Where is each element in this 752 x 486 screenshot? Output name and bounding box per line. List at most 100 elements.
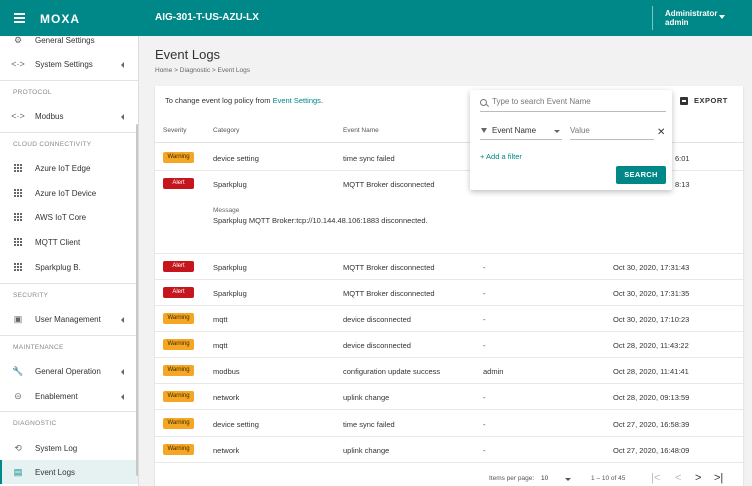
- grid-icon: [13, 212, 23, 222]
- chevron-left-icon: [121, 394, 124, 400]
- sidebar-item-system-settings[interactable]: <·> System Settings: [0, 52, 138, 76]
- search-field[interactable]: [480, 96, 666, 112]
- sidebar-item-general-settings[interactable]: ⚙ General Settings: [0, 36, 138, 52]
- wrench-icon: 🔧: [12, 365, 24, 376]
- section-cloud: CLOUD CONNECTIVITY: [13, 141, 92, 148]
- table-row[interactable]: Warning mqtt device disconnected - Oct 3…: [155, 306, 743, 332]
- items-per-page-label: Items per page:: [489, 475, 535, 482]
- filter-panel: Event Name ✕ + Add a filter SEARCH: [470, 90, 672, 190]
- section-diagnostic: DIAGNOSTIC: [13, 420, 57, 427]
- export-label: EXPORT: [694, 96, 728, 105]
- severity-badge: Warning: [163, 152, 194, 163]
- last-page-icon[interactable]: >|: [714, 472, 723, 484]
- sidebar-item-sparkplug-b[interactable]: Sparkplug B.: [0, 255, 138, 279]
- cell-category: Sparkplug: [213, 289, 247, 298]
- sidebar-item-general-operation[interactable]: 🔧 General Operation: [0, 359, 138, 383]
- sidebar-scrollbar[interactable]: [136, 124, 138, 476]
- search-input[interactable]: [492, 97, 662, 106]
- divider: [0, 80, 138, 81]
- filter-field-select[interactable]: Event Name: [480, 124, 562, 140]
- severity-badge: Warning: [163, 444, 194, 455]
- table-row[interactable]: Warning network uplink change - Oct 28, …: [155, 384, 743, 410]
- cell-event: configuration update success: [343, 367, 441, 376]
- cell-category: device setting: [213, 420, 259, 429]
- sidebar-item-label: Event Logs: [35, 467, 76, 477]
- code-icon: <·>: [11, 59, 25, 69]
- chevron-down-icon[interactable]: [565, 478, 571, 481]
- cell-user: -: [483, 446, 486, 455]
- prev-page-icon[interactable]: <: [675, 472, 681, 484]
- user-menu[interactable]: Administrator admin: [665, 9, 717, 27]
- first-page-icon[interactable]: |<: [651, 472, 660, 484]
- cell-category: Sparkplug: [213, 180, 247, 189]
- id-card-icon: ▣: [13, 313, 23, 324]
- table-row[interactable]: Warning network uplink change - Oct 27, …: [155, 437, 743, 463]
- cell-user: -: [483, 420, 486, 429]
- next-page-icon[interactable]: >: [695, 472, 701, 484]
- table-row[interactable]: Alert Sparkplug MQTT Broker disconnected…: [155, 254, 743, 280]
- cell-user: -: [483, 289, 486, 298]
- menu-icon[interactable]: [14, 13, 25, 23]
- event-settings-link[interactable]: Event Settings: [273, 96, 321, 105]
- cell-user: -: [483, 263, 486, 272]
- filter-field-value: Event Name: [492, 126, 537, 135]
- cell-event: MQTT Broker disconnected: [343, 289, 435, 298]
- chevron-down-icon[interactable]: [719, 15, 725, 19]
- code-icon: <·>: [11, 111, 25, 121]
- grid-icon: [13, 188, 23, 198]
- sidebar-item-label: Enablement: [35, 391, 78, 401]
- sidebar-item-azure-iot-device[interactable]: Azure IoT Device: [0, 181, 138, 205]
- page-range: 1 – 10 of 45: [591, 475, 626, 482]
- severity-badge: Warning: [163, 391, 194, 402]
- cell-category: device setting: [213, 154, 259, 163]
- sidebar-item-user-management[interactable]: ▣ User Management: [0, 307, 138, 331]
- sidebar-item-event-logs[interactable]: ▤ Event Logs: [0, 460, 138, 484]
- breadcrumb[interactable]: Home > Diagnostic > Event Logs: [155, 67, 250, 74]
- cell-time: 8:13: [675, 180, 690, 189]
- severity-badge: Warning: [163, 313, 194, 324]
- divider: [0, 132, 138, 133]
- top-bar: MOXA AIG-301-T-US-AZU-LX Administrator a…: [0, 0, 752, 36]
- severity-badge: Warning: [163, 339, 194, 350]
- header-severity[interactable]: Severity: [163, 127, 186, 134]
- section-security: SECURITY: [13, 292, 49, 299]
- filter-value-field[interactable]: [570, 124, 654, 140]
- header-category[interactable]: Category: [213, 127, 239, 134]
- cell-time: Oct 27, 2020, 16:48:09: [613, 446, 690, 455]
- cell-user: admin: [483, 367, 504, 376]
- sidebar-item-azure-iot-edge[interactable]: Azure IoT Edge: [0, 156, 138, 180]
- filter-value-input[interactable]: [570, 126, 650, 135]
- cell-user: -: [483, 393, 486, 402]
- items-per-page-select[interactable]: 10: [541, 475, 548, 482]
- user-role: Administrator: [665, 9, 718, 18]
- divider: [0, 335, 138, 336]
- sidebar-item-modbus[interactable]: <·> Modbus: [0, 104, 138, 128]
- divider: [0, 411, 138, 412]
- add-filter-link[interactable]: + Add a filter: [480, 152, 522, 161]
- table-row[interactable]: Warning modbus configuration update succ…: [155, 358, 743, 384]
- sidebar-item-enablement[interactable]: ⊝ Enablement: [0, 384, 138, 408]
- table-row[interactable]: Warning mqtt device disconnected - Oct 2…: [155, 332, 743, 358]
- table-row[interactable]: Alert Sparkplug MQTT Broker disconnected…: [155, 280, 743, 306]
- page-title: Event Logs: [155, 47, 221, 62]
- search-button[interactable]: SEARCH: [616, 166, 666, 184]
- cell-event: MQTT Broker disconnected: [343, 180, 435, 189]
- close-icon[interactable]: ✕: [657, 127, 665, 138]
- export-button[interactable]: EXPORT: [680, 96, 728, 105]
- policy-end: .: [320, 96, 324, 105]
- chevron-left-icon: [121, 62, 124, 68]
- sidebar-item-mqtt-client[interactable]: MQTT Client: [0, 230, 138, 254]
- cell-category: modbus: [213, 367, 240, 376]
- sidebar-item-aws-iot-core[interactable]: AWS IoT Core: [0, 205, 138, 229]
- sidebar-item-label: MQTT Client: [35, 237, 81, 247]
- search-icon: [480, 99, 487, 106]
- cell-event: device disconnected: [343, 341, 411, 350]
- policy-label: To change event log policy from: [165, 96, 273, 105]
- sidebar-item-label: Azure IoT Device: [35, 188, 97, 198]
- table-row[interactable]: Warning device setting time sync failed …: [155, 411, 743, 437]
- header-event-name[interactable]: Event Name: [343, 127, 379, 134]
- sidebar-item-system-log[interactable]: ⟲ System Log: [0, 436, 138, 460]
- history-icon: ⟲: [14, 442, 22, 453]
- message-text: Sparkplug MQTT Broker:tcp://10.144.48.10…: [213, 216, 428, 225]
- chevron-left-icon: [121, 114, 124, 120]
